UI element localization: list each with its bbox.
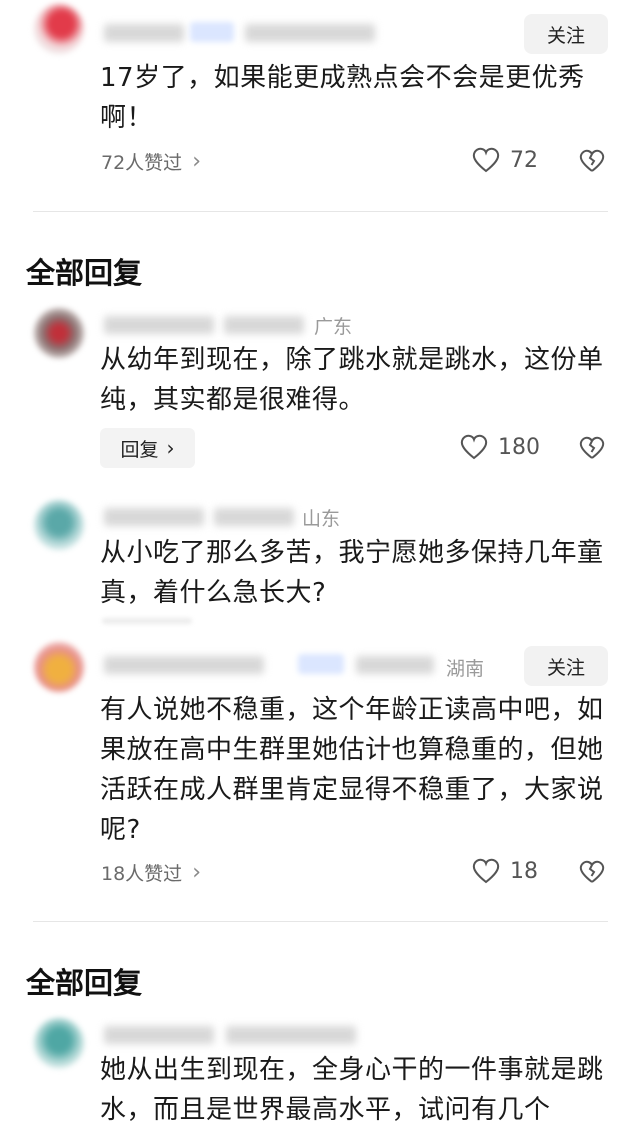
username-blurred <box>104 1026 214 1044</box>
user-meta-blurred <box>226 1026 356 1044</box>
username-blurred <box>104 316 214 334</box>
user-meta-blurred <box>214 508 294 526</box>
reply-text: 从幼年到现在，除了跳水就是跳水，这份单纯，其实都是很难得。 <box>100 345 604 415</box>
username-blurred <box>104 508 204 526</box>
avatar[interactable] <box>34 642 84 692</box>
follow-button[interactable]: 关注 <box>524 646 608 686</box>
author-tag-blurred <box>298 654 344 674</box>
reply-text: 她从出生到现在，全身心干的一件事就是跳水，而且是世界最高水平，试问有几个 <box>100 1055 604 1125</box>
like-button[interactable]: 18 <box>472 858 538 884</box>
username-blurred <box>104 24 184 42</box>
avatar[interactable] <box>34 4 84 54</box>
likes-summary[interactable]: 72人赞过 › <box>101 148 201 175</box>
section-title-all-replies: 全部回复 <box>26 256 143 290</box>
like-count: 72 <box>510 147 538 173</box>
comment-text: 17岁了，如果能更成熟点会不会是更优秀啊！ <box>100 63 585 133</box>
heart-icon <box>460 434 488 460</box>
broken-heart-icon[interactable] <box>579 860 605 884</box>
broken-heart-icon[interactable] <box>579 149 605 173</box>
user-meta-blurred <box>245 24 375 42</box>
heart-icon <box>472 147 500 173</box>
chevron-right-icon: › <box>192 860 201 885</box>
chevron-right-icon: › <box>192 149 201 174</box>
reply-preview-blurred <box>102 618 192 624</box>
reply-button[interactable]: 回复 › <box>100 428 195 468</box>
likes-summary-label: 18人赞过 <box>101 863 183 885</box>
likes-summary-label: 72人赞过 <box>101 152 183 174</box>
avatar[interactable] <box>34 1018 84 1068</box>
username-blurred <box>104 656 264 674</box>
heart-icon <box>472 858 500 884</box>
comment-text: 有人说她不稳重，这个年龄正读高中吧，如果放在高中生群里她估计也算稳重的，但她活跃… <box>100 695 604 845</box>
divider <box>33 921 608 922</box>
user-meta-blurred <box>224 316 304 334</box>
likes-summary[interactable]: 18人赞过 › <box>101 859 201 886</box>
like-count: 18 <box>510 858 538 884</box>
author-tag-blurred <box>190 22 234 42</box>
like-button[interactable]: 180 <box>460 434 540 460</box>
reply-button-label: 回复 <box>120 438 159 461</box>
avatar[interactable] <box>34 500 84 550</box>
follow-button[interactable]: 关注 <box>524 14 608 54</box>
location-label: 广东 <box>314 316 353 338</box>
user-meta-blurred <box>356 656 434 674</box>
reply-text: 从小吃了那么多苦，我宁愿她多保持几年童真，着什么急长大? <box>100 538 604 608</box>
location-label: 山东 <box>302 508 341 530</box>
broken-heart-icon[interactable] <box>579 436 605 460</box>
chevron-right-icon: › <box>166 436 175 460</box>
section-title-all-replies: 全部回复 <box>26 966 143 1000</box>
divider <box>33 211 608 212</box>
avatar[interactable] <box>34 308 84 358</box>
like-button[interactable]: 72 <box>472 147 538 173</box>
like-count: 180 <box>498 434 540 460</box>
location-label: 湖南 <box>446 658 485 680</box>
